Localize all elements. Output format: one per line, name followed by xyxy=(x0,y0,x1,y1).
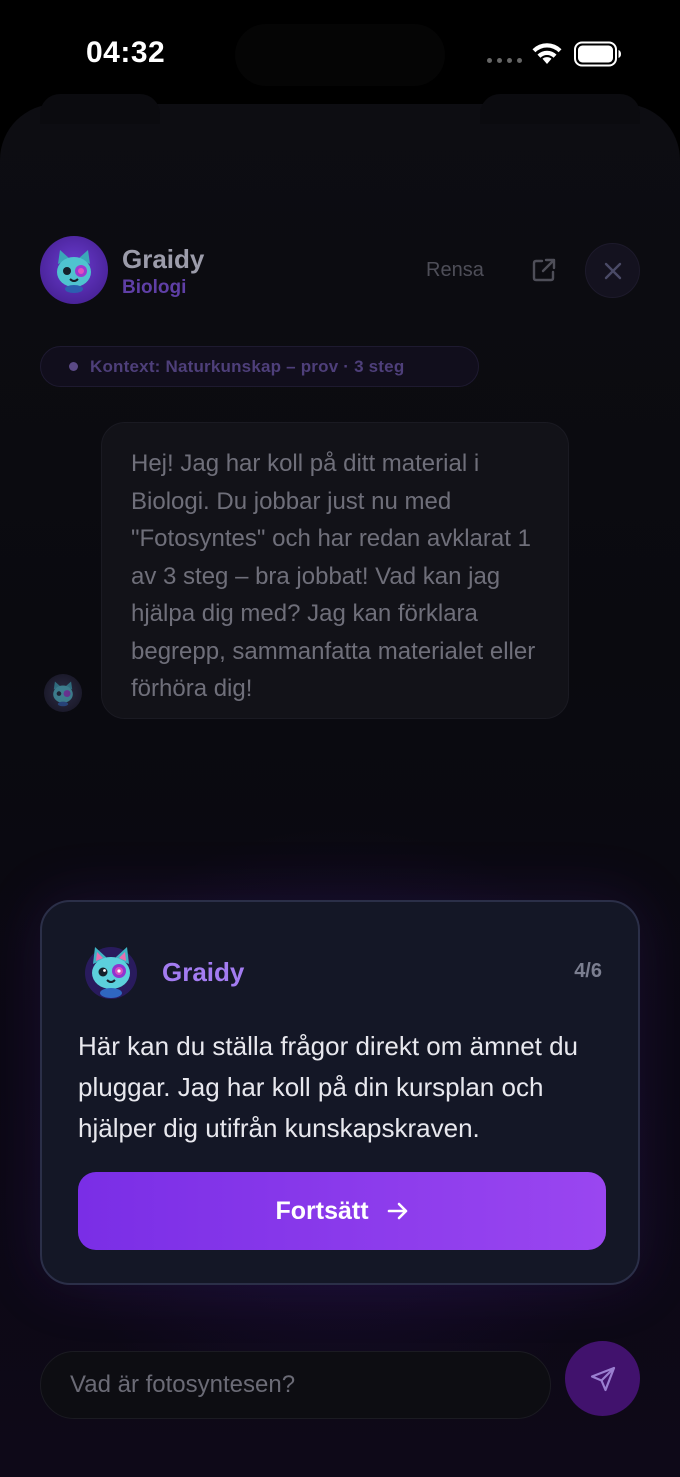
status-time: 04:32 xyxy=(86,36,166,69)
message-input[interactable]: Vad är fotosyntesen? xyxy=(40,1351,551,1419)
send-button[interactable] xyxy=(565,1341,640,1416)
cat-mascot-icon xyxy=(53,681,73,707)
message-input-value: Vad är fotosyntesen? xyxy=(70,1371,296,1398)
continue-button[interactable]: Fortsätt xyxy=(78,1172,606,1250)
step-counter: 4/6 xyxy=(574,960,602,982)
wifi-icon xyxy=(532,43,562,64)
continue-label: Fortsätt xyxy=(275,1196,369,1225)
background-tab xyxy=(40,94,160,124)
cellular-signal-icon xyxy=(487,58,522,63)
onboarding-card: Graidy 4/6 Här kan du ställa frågor dire… xyxy=(40,900,640,1285)
context-text: Kontext: Naturkunskap – prov · 3 steg xyxy=(90,356,405,376)
context-chip: Kontext: Naturkunskap – prov · 3 steg xyxy=(40,346,479,387)
clear-button[interactable]: Rensa xyxy=(426,259,484,282)
open-external-icon[interactable] xyxy=(531,257,557,283)
dynamic-island xyxy=(235,24,445,86)
message-avatar xyxy=(44,674,82,712)
card-description: Här kan du ställa frågor direkt om ämnet… xyxy=(78,1031,579,1143)
assistant-name: Graidy xyxy=(122,244,205,274)
status-bar: 04:32 xyxy=(0,0,680,100)
background-tab xyxy=(480,94,640,124)
subject-label: Biologi xyxy=(122,277,187,298)
assistant-avatar xyxy=(40,236,108,304)
arrow-right-icon xyxy=(387,1202,407,1220)
card-assistant-name: Graidy xyxy=(162,957,245,987)
context-dot xyxy=(69,362,78,371)
battery-icon xyxy=(574,41,621,67)
assistant-message-text: Hej! Jag har koll på ditt material i Bio… xyxy=(131,450,536,702)
close-icon xyxy=(604,262,621,279)
assistant-message-bubble: Hej! Jag har koll på ditt material i Bio… xyxy=(101,422,569,719)
close-button[interactable] xyxy=(585,243,640,298)
cat-mascot-icon xyxy=(85,947,137,999)
cat-mascot-icon xyxy=(57,250,91,293)
send-icon xyxy=(590,1366,615,1391)
